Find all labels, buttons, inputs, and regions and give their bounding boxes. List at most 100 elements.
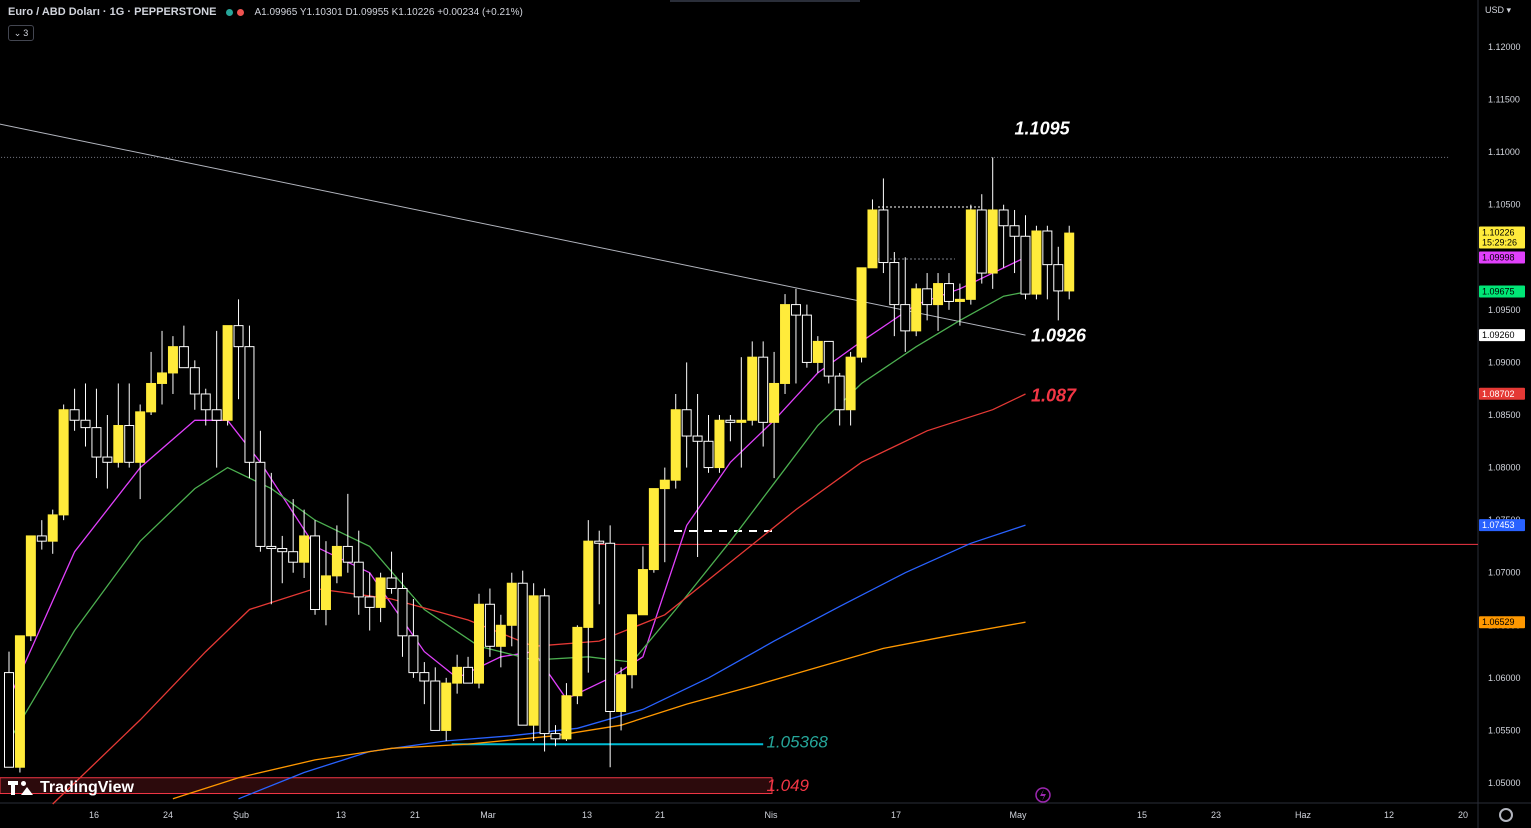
candle-body xyxy=(233,325,244,348)
x-tick-label: 12 xyxy=(1384,810,1394,820)
indicator-count: 3 xyxy=(23,28,29,38)
candle-body xyxy=(495,624,506,647)
candle-body xyxy=(965,209,976,300)
candle-body xyxy=(528,595,539,726)
candle-body xyxy=(506,582,517,626)
candle-body xyxy=(473,603,484,684)
candle-body xyxy=(484,603,495,647)
price-chart[interactable]: 1.120001.115001.110001.105001.100001.095… xyxy=(0,0,1531,828)
tradingview-logo: TradingView xyxy=(8,779,134,797)
x-tick-label: 15 xyxy=(1137,810,1147,820)
candle-body xyxy=(113,425,124,463)
y-tick-label: 1.12000 xyxy=(1488,42,1521,52)
candle-body xyxy=(834,375,845,411)
candle-body xyxy=(911,288,922,332)
candle-body xyxy=(146,382,157,413)
x-tick-label: Şub xyxy=(233,810,249,820)
settings-gear-icon[interactable] xyxy=(1499,808,1513,822)
candle-body xyxy=(310,535,321,611)
countdown-label: 15:29:26 xyxy=(1482,238,1517,248)
candle-body xyxy=(692,435,703,442)
candle-body xyxy=(452,666,463,684)
candle-body xyxy=(211,409,222,421)
candle-body xyxy=(222,325,233,421)
candle-body xyxy=(419,672,430,682)
candle-body xyxy=(856,267,867,358)
candle-body xyxy=(769,382,780,423)
level-annotation: 1.049 xyxy=(766,776,809,795)
candle-body xyxy=(648,488,659,571)
x-tick-label: Haz xyxy=(1295,810,1312,820)
candle-body xyxy=(616,674,627,713)
x-tick-label: 20 xyxy=(1458,810,1468,820)
x-tick-label: Mar xyxy=(480,810,496,820)
candle-body xyxy=(943,283,954,302)
candle-body xyxy=(320,575,331,611)
candle-body xyxy=(561,695,572,740)
level-annotation: 1.05368 xyxy=(766,732,828,751)
y-tick-label: 1.08500 xyxy=(1488,410,1521,420)
price-axis-label: 1.09998 xyxy=(1482,252,1515,262)
candle-body xyxy=(801,314,812,363)
candle-body xyxy=(790,304,801,316)
candle-body xyxy=(266,545,277,550)
candle-body xyxy=(572,626,583,697)
candle-body xyxy=(58,409,69,516)
moving-average-line xyxy=(8,291,1026,742)
x-tick-label: 24 xyxy=(163,810,173,820)
candle-body xyxy=(135,411,146,463)
x-tick-label: 13 xyxy=(582,810,592,820)
x-tick-label: 21 xyxy=(655,810,665,820)
candle-body xyxy=(1031,230,1042,295)
x-tick-label: 21 xyxy=(410,810,420,820)
candle-body xyxy=(627,614,638,676)
price-axis-label: 1.10226 xyxy=(1482,228,1515,238)
tradingview-logo-icon xyxy=(8,781,34,795)
candle-body xyxy=(25,535,36,637)
candle-body xyxy=(987,209,998,274)
currency-selector[interactable]: USD ▾ xyxy=(1485,5,1511,16)
candle-body xyxy=(889,262,900,306)
candle-body xyxy=(878,209,889,264)
x-tick-label: Nis xyxy=(765,810,778,820)
level-annotation: 1.0926 xyxy=(1031,325,1087,345)
candle-body xyxy=(922,288,933,306)
candle-body xyxy=(244,346,255,463)
candle-body xyxy=(954,298,965,302)
moving-average-line xyxy=(172,621,1026,800)
candle-body xyxy=(178,346,189,369)
price-axis-label: 1.06529 xyxy=(1482,617,1515,627)
symbol-title[interactable]: Euro / ABD Doları · 1G · PEPPERSTONE xyxy=(8,6,216,18)
candle-body xyxy=(736,419,747,423)
indicators-toggle-button[interactable]: ⌄ 3 xyxy=(8,25,34,41)
y-tick-label: 1.09000 xyxy=(1488,357,1521,367)
logo-text: TradingView xyxy=(40,779,134,796)
y-tick-label: 1.07000 xyxy=(1488,568,1521,578)
candle-body xyxy=(102,456,113,463)
candle-body xyxy=(1053,264,1064,292)
candle-body xyxy=(725,419,736,423)
candle-body xyxy=(375,577,386,608)
market-status-icon xyxy=(226,8,245,16)
y-tick-label: 1.05000 xyxy=(1488,778,1521,788)
candle-body xyxy=(463,666,474,684)
moving-average-line xyxy=(8,256,1026,700)
candle-body xyxy=(80,419,91,429)
candle-body xyxy=(812,340,823,363)
candle-body xyxy=(331,545,342,577)
candle-body xyxy=(517,582,528,726)
candle-body xyxy=(189,367,200,395)
candle-body xyxy=(288,551,299,563)
candle-body xyxy=(670,409,681,481)
currency-label: USD xyxy=(1484,5,1504,15)
price-axis-label: 1.07453 xyxy=(1482,520,1515,530)
candle-body xyxy=(364,596,375,608)
candle-body xyxy=(976,209,987,274)
top-drag-handle[interactable] xyxy=(670,0,860,2)
candle-body xyxy=(69,409,80,421)
candle-body xyxy=(353,561,364,598)
candle-body xyxy=(124,425,135,463)
y-tick-label: 1.10500 xyxy=(1488,200,1521,210)
candle-body xyxy=(823,340,834,377)
x-tick-label: 23 xyxy=(1211,810,1221,820)
